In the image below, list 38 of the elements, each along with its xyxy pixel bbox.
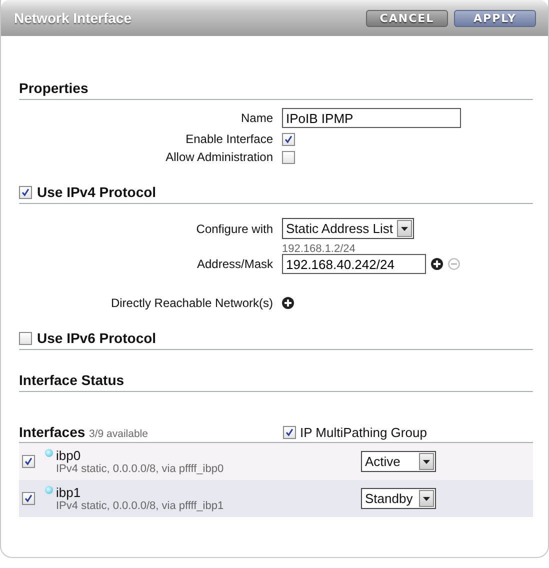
- mode-dropdown[interactable]: Standby: [361, 488, 436, 509]
- configure-dropdown[interactable]: Static Address List: [282, 218, 414, 239]
- available-count: 3/9 available: [89, 428, 149, 440]
- status-dot-icon: [45, 486, 53, 494]
- field-label: Enable Interface: [184, 132, 273, 146]
- section-heading: Interfaces: [19, 424, 86, 440]
- field-label: Allow Administration: [164, 150, 273, 164]
- interface-name: ibp0: [56, 448, 81, 463]
- add-icon[interactable]: [431, 258, 443, 270]
- field-label: Configure with: [195, 222, 273, 236]
- interface-detail: IPv4 static, 0.0.0.0/8, via pffff_ibp1: [56, 500, 225, 512]
- field-label: Name: [240, 111, 273, 125]
- checkbox[interactable]: [282, 150, 295, 164]
- checkbox[interactable]: [19, 186, 32, 198]
- caret-icon: [423, 496, 430, 500]
- interface-detail: IPv4 static, 0.0.0.0/8, via pffff_ibp0: [56, 463, 225, 475]
- add-icon[interactable]: [282, 297, 294, 309]
- hint-text: 192.168.1.2/24: [282, 243, 356, 255]
- checkbox[interactable]: [282, 132, 295, 146]
- section-heading: Interface Status: [19, 372, 124, 388]
- checkbox[interactable]: [19, 332, 32, 344]
- mode-dropdown[interactable]: Active: [361, 451, 436, 472]
- status-dot-icon: [45, 448, 53, 456]
- caret-icon: [400, 226, 408, 230]
- checkbox[interactable]: [22, 492, 35, 505]
- field-label: Address/Mask: [196, 257, 273, 271]
- section-heading: Use IPv4 Protocol: [37, 184, 156, 200]
- address-field[interactable]: 192.168.40.242/24: [282, 254, 426, 274]
- field-label: Directly Reachable Network(s): [110, 296, 273, 310]
- caret-icon: [423, 460, 430, 464]
- section-heading: Use IPv6 Protocol: [37, 330, 156, 346]
- checkbox[interactable]: [283, 426, 296, 439]
- window-title: Network Interface: [14, 10, 132, 26]
- name-field[interactable]: IPoIB IPMP: [282, 108, 461, 128]
- checkbox[interactable]: [22, 455, 35, 468]
- interface-name: ibp1: [56, 485, 81, 500]
- section-heading: Properties: [19, 80, 88, 96]
- checkbox-label: IP MultiPathing Group: [300, 425, 427, 440]
